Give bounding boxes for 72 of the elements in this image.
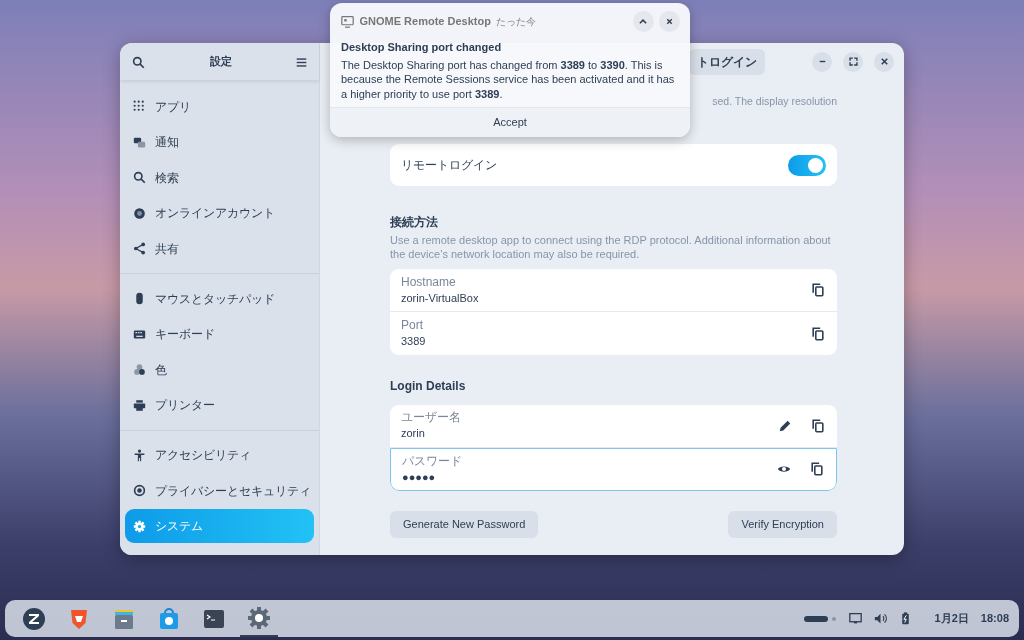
sidebar-item[interactable]: プリンター	[125, 388, 314, 422]
z-logo-icon	[22, 606, 46, 631]
collapse-button[interactable]	[632, 11, 654, 32]
remote-login-label: リモートログイン	[401, 157, 497, 174]
pencil-icon	[778, 418, 792, 433]
description-text: sed. The display resolution	[712, 94, 837, 109]
accept-button[interactable]: Accept	[330, 107, 690, 137]
keyboard-icon	[133, 327, 146, 341]
clock-date: 1月2日	[934, 611, 969, 627]
circles-icon	[133, 363, 146, 376]
toggle-switch[interactable]	[788, 154, 826, 176]
action-button[interactable]: Verify Encryption	[728, 510, 837, 538]
copy-icon	[811, 326, 825, 341]
menu-icon	[296, 56, 307, 68]
circle-icon	[133, 206, 146, 220]
field-label: Port	[401, 318, 424, 333]
notification-app-name: GNOME Remote Desktop	[359, 14, 491, 30]
notification-time: たった今	[496, 15, 537, 29]
copy-button[interactable]	[810, 282, 826, 299]
copy-icon	[811, 283, 825, 298]
monitor-icon	[341, 15, 354, 28]
field-value: zorin	[401, 426, 426, 442]
field-label: パスワード	[402, 453, 463, 468]
copy-icon	[811, 418, 825, 433]
copy-icon	[810, 462, 824, 477]
close-button[interactable]	[874, 51, 894, 72]
field-value: ●●●●●	[402, 469, 437, 485]
close-icon	[665, 17, 674, 26]
section-heading: Login Details	[390, 379, 467, 394]
section-description: Use a remote desktop app to connect using the RDP protocol. Additional information about the device’s network location may also be required.	[390, 233, 832, 262]
action-button[interactable]: Generate New Password	[390, 510, 539, 538]
sidebar-item[interactable]: マウスとタッチパッド	[125, 281, 314, 316]
sidebar-item[interactable]: アクセシビリティ	[125, 438, 314, 472]
notification-title: Desktop Sharing port changed	[341, 40, 503, 55]
workspace-indicator-icon	[803, 614, 837, 623]
clock-time: 18:08	[980, 611, 1009, 627]
person-icon	[133, 448, 146, 462]
field-label: Hostname	[401, 274, 457, 289]
notification-message: The Desktop Sharing port has changed from 3389 to 3390. This is because the Remote Sessions service has been activated and it has a higher priority to use port 3389.	[341, 57, 676, 101]
sidebar-item[interactable]: アプリ	[125, 89, 314, 124]
sidebar-item[interactable]: 色	[125, 352, 314, 387]
maximize-icon	[847, 56, 859, 67]
copy-button[interactable]	[809, 461, 825, 478]
sidebar-item[interactable]: 共有	[125, 231, 314, 266]
maximize-button[interactable]	[843, 51, 863, 72]
page-title[interactable]: トログイン	[689, 48, 765, 75]
sidebar-title: 設定	[209, 54, 232, 70]
close-icon	[878, 56, 890, 67]
chat-bubbles-icon	[133, 135, 146, 149]
gear-icon	[133, 519, 146, 533]
search-icon	[133, 171, 146, 184]
sidebar-item[interactable]: キーボード	[125, 317, 314, 351]
grid-icon	[133, 100, 146, 113]
copy-button[interactable]	[810, 325, 826, 342]
mouse-icon	[133, 292, 146, 305]
search-icon	[132, 55, 145, 69]
shopping-bag-icon	[157, 606, 181, 631]
gear-icon	[247, 605, 271, 630]
copy-button[interactable]	[810, 417, 826, 434]
sidebar-item[interactable]: オンラインアカウント	[125, 196, 314, 230]
share-icon	[133, 242, 146, 255]
sidebar-item[interactable]: プライバシーとセキュリティ	[125, 473, 314, 508]
sidebar-item[interactable]: 通知	[125, 125, 314, 159]
printer-icon	[133, 398, 146, 412]
close-button[interactable]	[659, 11, 680, 32]
circle-dot-icon	[133, 484, 146, 497]
sidebar-item[interactable]: 検索	[125, 160, 314, 195]
section-heading: 接続方法	[390, 215, 439, 230]
field-label: ユーザー名	[401, 410, 462, 425]
speaker-icon	[873, 612, 887, 625]
field-value: zorin-VirtualBox	[401, 290, 480, 306]
field-value: 3389	[401, 334, 427, 350]
